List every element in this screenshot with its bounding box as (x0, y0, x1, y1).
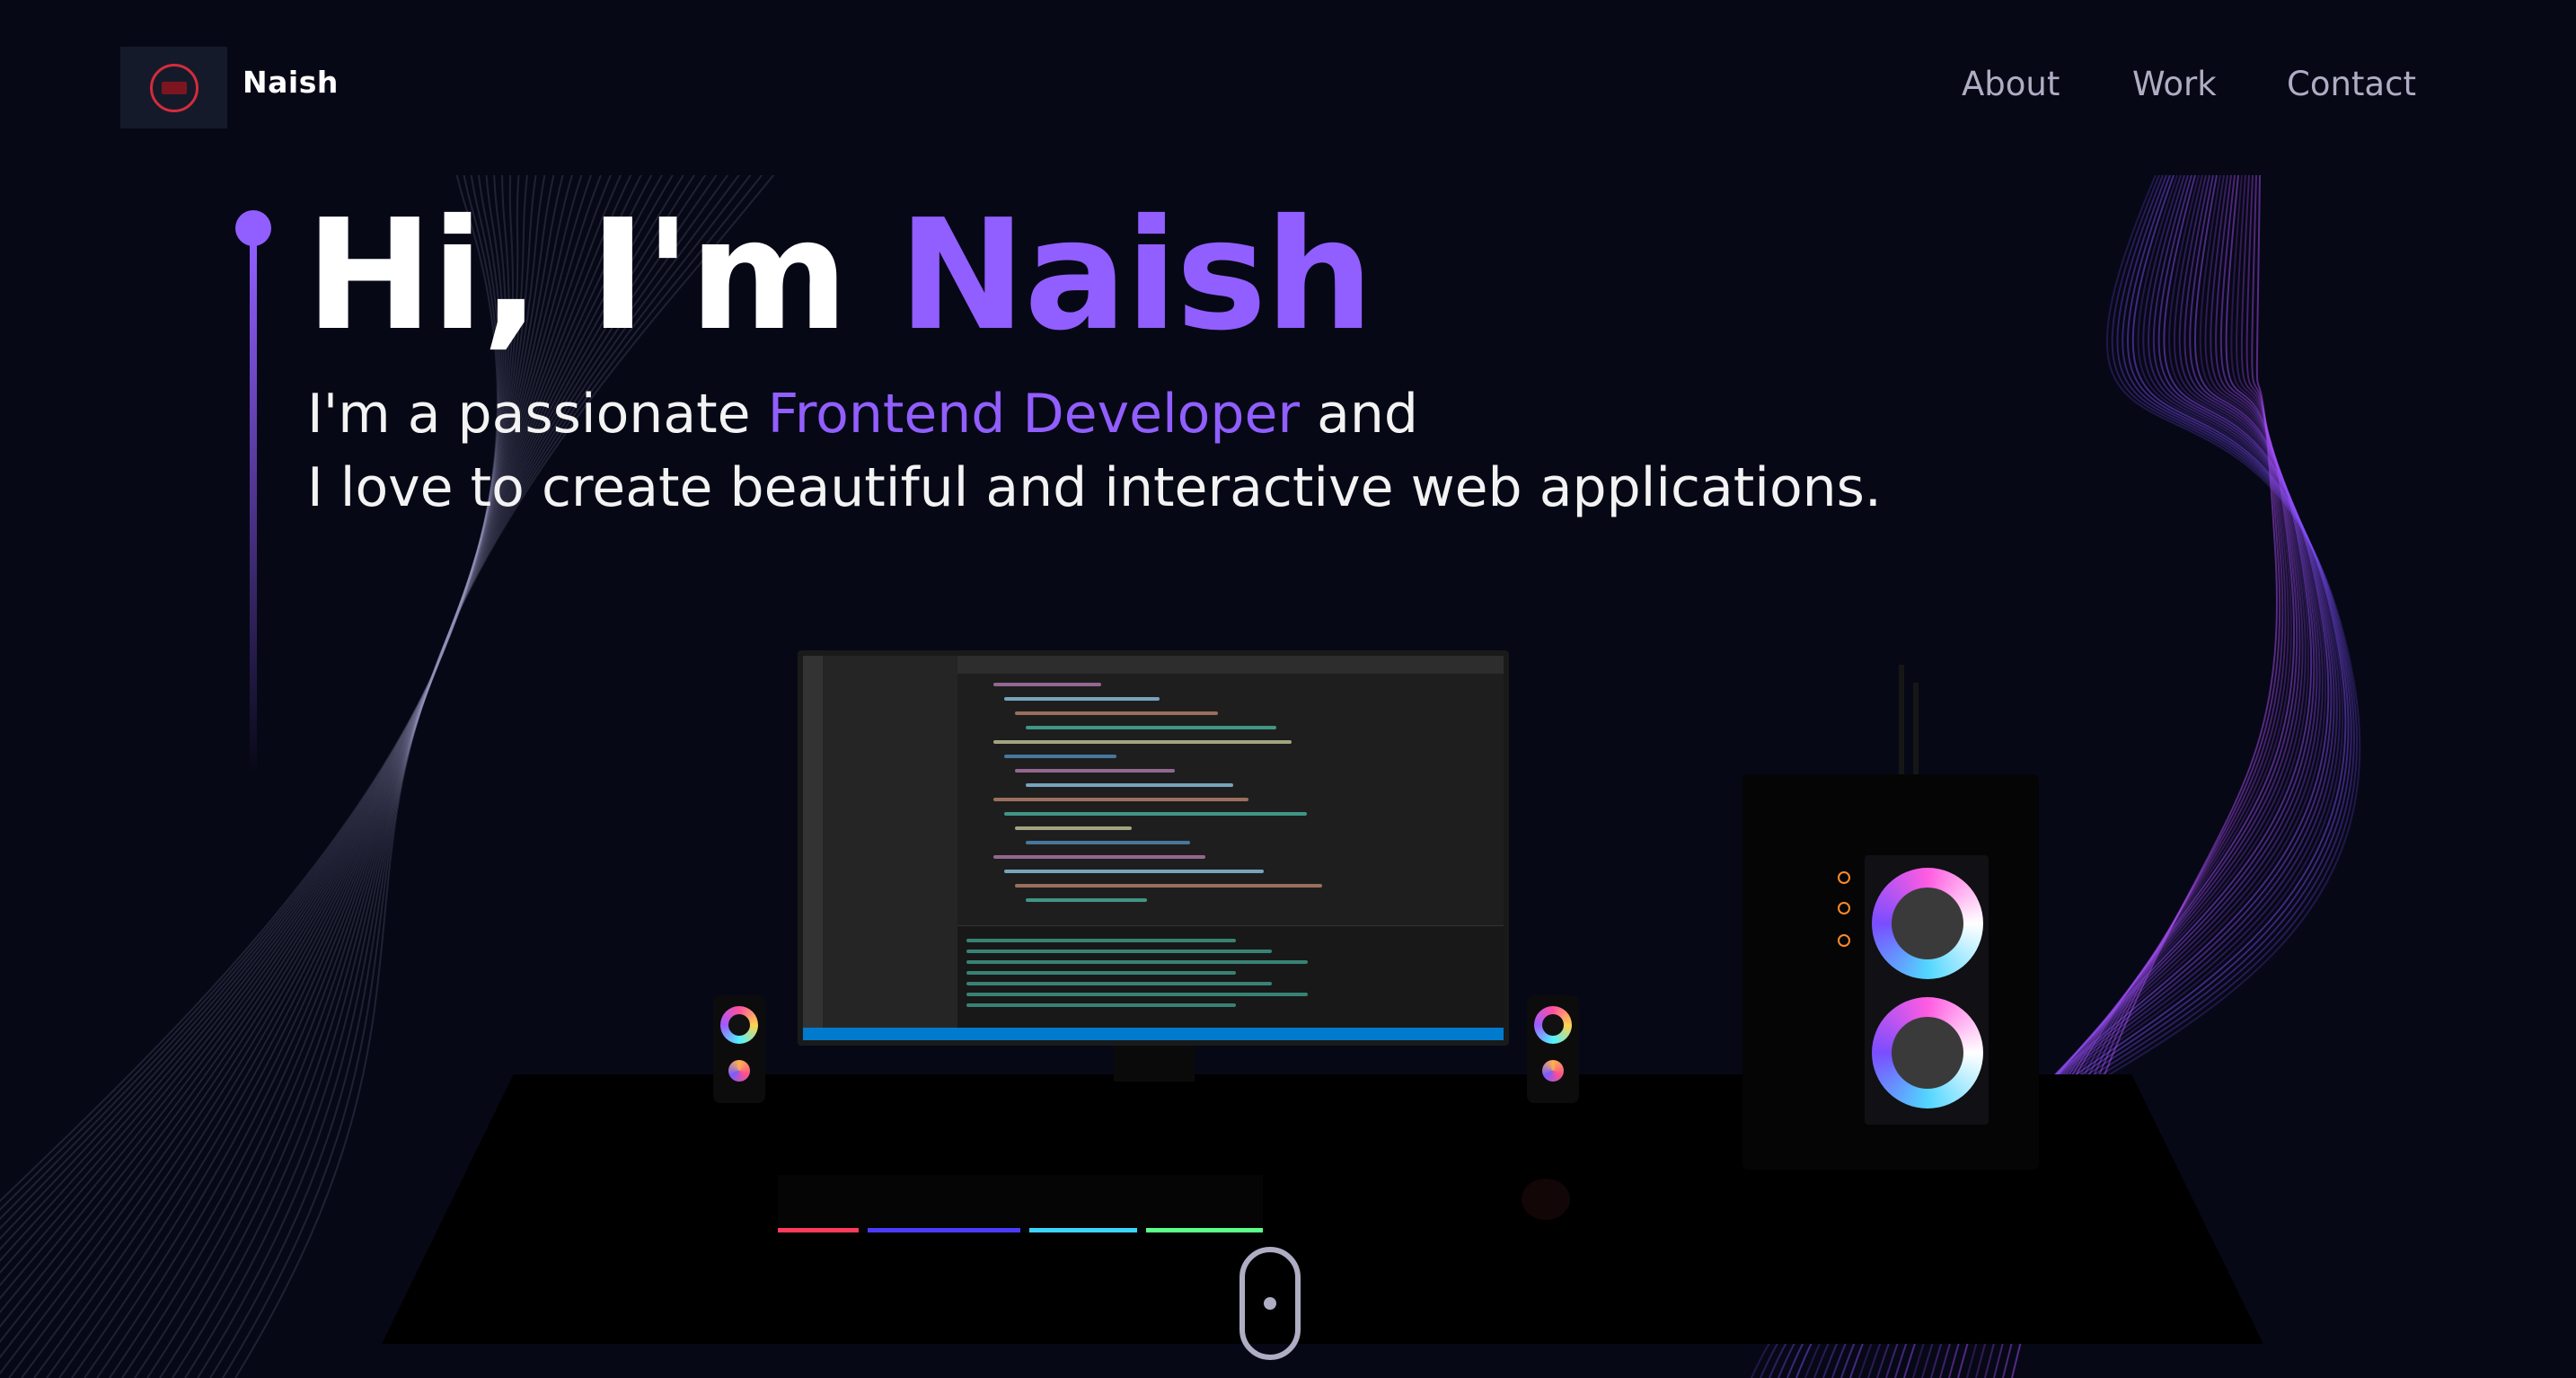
pc-led (1838, 934, 1850, 947)
speaker-left (713, 995, 765, 1103)
pc-antenna (1899, 665, 1904, 791)
nav-link-work[interactable]: Work (2132, 65, 2217, 103)
monitor-screen (803, 656, 1504, 1040)
hero-name: Naish (897, 187, 1373, 365)
nav-link-contact[interactable]: Contact (2287, 65, 2416, 103)
speaker-right (1527, 995, 1579, 1103)
logo-icon (149, 63, 198, 112)
rgb-fan-icon (1872, 997, 1983, 1109)
scroll-dot (1264, 1297, 1276, 1310)
hero-subtitle: I'm a passionate Frontend Developer and … (307, 377, 1882, 525)
scroll-down-icon[interactable] (1239, 1247, 1301, 1360)
brand-name[interactable]: Naish (243, 65, 339, 100)
hero-line1-prefix: I'm a passionate (307, 383, 768, 446)
nav-link-about[interactable]: About (1962, 65, 2060, 103)
hero-line2: I love to create beautiful and interacti… (307, 456, 1883, 519)
timeline-dot (235, 210, 271, 246)
hero-title: Hi, I'm Naish (305, 196, 1373, 357)
hero-greeting: Hi, I'm (305, 187, 898, 365)
keyboard (778, 1175, 1263, 1232)
pc-tower (1742, 774, 2039, 1170)
monitor-stand (1114, 1046, 1195, 1082)
monitor (798, 650, 1509, 1046)
mouse-device (1522, 1179, 1570, 1220)
hero-role: Frontend Developer (767, 383, 1301, 446)
pc-led (1838, 871, 1850, 884)
pc-led (1838, 902, 1850, 914)
pc-glass-panel (1865, 855, 1989, 1125)
timeline-line (250, 243, 257, 773)
logo-button[interactable] (120, 47, 227, 128)
rgb-fan-icon (1872, 868, 1983, 979)
navbar: Naish About Work Contact (0, 0, 2576, 175)
hero-line1-suffix: and (1300, 383, 1419, 446)
